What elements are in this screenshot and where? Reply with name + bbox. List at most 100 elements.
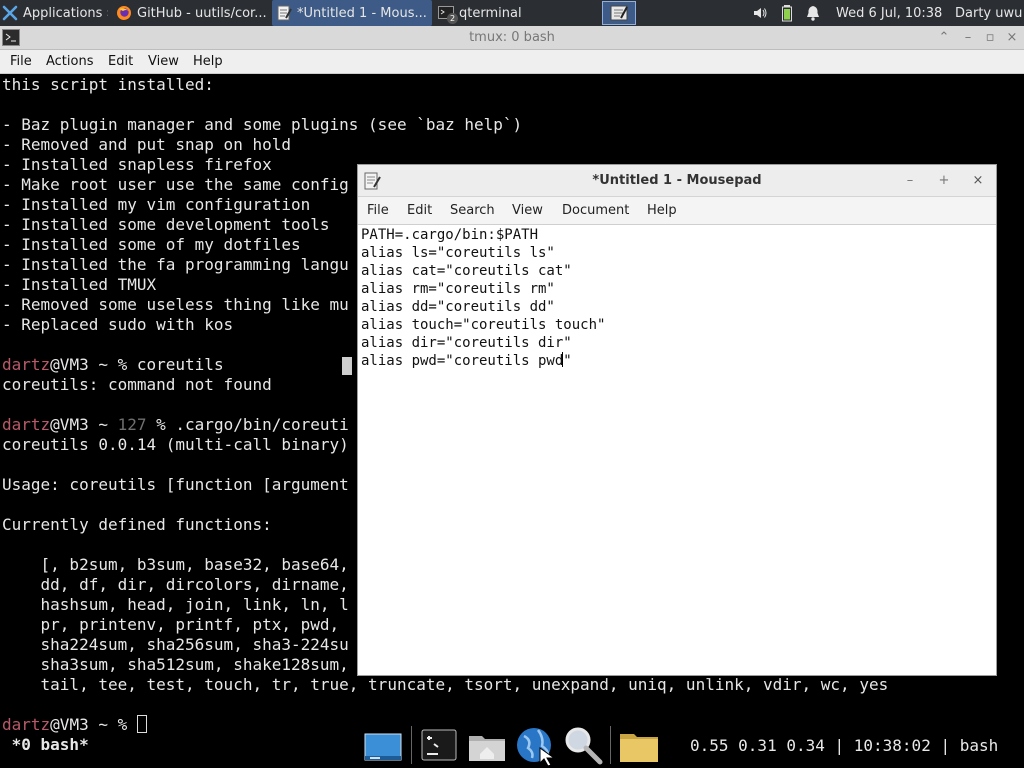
terminal-cursor (136, 715, 147, 733)
dock-separator (610, 726, 611, 764)
volume-icon[interactable] (752, 0, 770, 26)
bell-icon[interactable] (806, 0, 822, 26)
task-qterminal[interactable]: 2 qterminal (434, 0, 598, 26)
editor-line: alias dir="coreutils dir" (361, 335, 572, 351)
editor-line: alias touch="coreutils touch" (361, 317, 606, 333)
terminal-line: sha224sum, sha256sum, sha3-224su (2, 635, 349, 654)
terminal-line: pr, printenv, printf, ptx, pwd, (2, 615, 349, 634)
terminal-line: coreutils 0.0.14 (multi-call binary) (2, 435, 349, 454)
prompt-sign: % (156, 415, 176, 434)
terminal-line: this script installed: (2, 75, 214, 94)
terminal-line: - Installed the fa programming langu (2, 255, 349, 274)
terminal-line: - Make root user use the same config (2, 175, 349, 194)
menu-help[interactable]: Help (647, 197, 677, 225)
terminal-line: tail, tee, test, touch, tr, true, trunca… (2, 675, 889, 694)
terminal-line: coreutils: command not found (2, 375, 272, 394)
prompt-host: @VM3 ~ (50, 715, 118, 734)
search-icon[interactable] (562, 724, 604, 766)
task-label: GitHub - uutils/cor... (137, 5, 267, 21)
desktop-icon[interactable] (362, 724, 404, 766)
prompt-sign: % (117, 715, 137, 734)
minimize-button[interactable]: – (958, 28, 978, 48)
chevron-up-icon[interactable]: ⌃ (934, 28, 954, 48)
task-label: qterminal (459, 5, 522, 21)
panel-clock[interactable]: Wed 6 Jul, 10:38 (836, 0, 948, 26)
mousepad-menubar: File Edit Search View Document Help (358, 197, 996, 225)
prompt-user: dartz (2, 355, 51, 374)
terminal-line: dd, df, dir, dircolors, dirname, (2, 575, 349, 594)
text-editor-icon (277, 5, 292, 21)
menu-edit[interactable]: Edit (108, 50, 133, 74)
terminal-prompt-line: dartz@VM3 ~ % (2, 715, 147, 735)
terminal-line: - Installed some development tools (2, 215, 330, 234)
menu-help[interactable]: Help (193, 50, 223, 74)
qterminal-title: tmux: 0 bash (469, 30, 555, 45)
terminal-line: - Installed my vim configuration (2, 195, 311, 214)
typed-command: .cargo/bin/coreuti (175, 415, 349, 434)
menu-file[interactable]: File (10, 50, 32, 74)
terminal-line: - Installed TMUX (2, 275, 157, 294)
top-panel: Applications › GitHub - uutils/cor... *U… (0, 0, 1024, 26)
task-mousepad[interactable]: *Untitled 1 - Mous... (272, 0, 432, 26)
typed-command: coreutils (136, 355, 224, 374)
qterminal-menubar: File Actions Edit View Help (0, 50, 1024, 74)
editor-line: alias cat="coreutils cat" (361, 263, 572, 279)
menu-view[interactable]: View (512, 197, 543, 225)
terminal-line: hashsum, head, join, link, ln, l (2, 595, 349, 614)
workspace-switcher[interactable] (602, 1, 636, 25)
web-browser-icon[interactable] (514, 724, 556, 766)
home-folder-icon[interactable] (466, 724, 508, 766)
menu-edit[interactable]: Edit (407, 197, 432, 225)
panel-user[interactable]: Darty uwu (955, 0, 1024, 26)
terminal-prompt-line: dartz@VM3 ~ % coreutils (2, 355, 224, 375)
mousepad-titlebar[interactable]: *Untitled 1 - Mousepad – + × (358, 165, 996, 197)
terminal-icon[interactable] (418, 724, 460, 766)
editor-line: PATH=.cargo/bin:$PATH (361, 227, 539, 243)
close-button[interactable]: × (1002, 28, 1022, 48)
editor-text-before-caret: alias pwd="coreutils pwd (361, 353, 564, 369)
menu-search[interactable]: Search (450, 197, 495, 225)
editor-line: alias rm="coreutils rm" (361, 281, 555, 297)
editor-line-current: alias pwd="coreutils pwd" (361, 352, 572, 370)
editor-text-after-caret: " (563, 353, 572, 369)
menu-document[interactable]: Document (562, 197, 629, 225)
terminal-line: sha3sum, sha512sum, shake128sum, (2, 655, 349, 674)
menu-actions[interactable]: Actions (46, 50, 94, 74)
close-button[interactable]: × (968, 171, 988, 191)
menu-view[interactable]: View (148, 50, 179, 74)
task-github[interactable]: GitHub - uutils/cor... (112, 0, 270, 26)
applications-label: Applications (23, 5, 103, 21)
xfce-logo-icon (2, 5, 18, 21)
terminal-line: - Replaced sudo with kos (2, 315, 234, 334)
terminal-line: - Installed some of my dotfiles (2, 235, 301, 254)
menu-file[interactable]: File (367, 197, 389, 225)
terminal-line: - Removed and put snap on hold (2, 135, 291, 154)
editor-text-area[interactable]: PATH=.cargo/bin:$PATH alias ls="coreutil… (358, 225, 996, 675)
exit-code: 127 (117, 415, 157, 434)
prompt-user: dartz (2, 715, 51, 734)
mousepad-window: *Untitled 1 - Mousepad – + × File Edit S… (357, 164, 997, 676)
maximize-button[interactable]: ▫ (980, 28, 1000, 48)
tmux-status-right: 0.55 0.31 0.34 | 10:38:02 | bash (690, 736, 999, 755)
folder-icon[interactable] (618, 724, 660, 766)
editor-line: alias ls="coreutils ls" (361, 245, 555, 261)
maximize-button[interactable]: + (934, 171, 954, 191)
applications-menu[interactable]: Applications › (2, 0, 108, 26)
minimize-button[interactable]: – (900, 171, 920, 191)
terminal-line: - Removed some useless thing like mu (2, 295, 349, 314)
qterminal-titlebar[interactable]: tmux: 0 bash ⌃ – ▫ × (0, 26, 1024, 50)
dock-separator (411, 726, 412, 764)
terminal-scroll-marker (342, 357, 352, 375)
prompt-sign: % (117, 355, 137, 374)
battery-icon[interactable] (781, 0, 795, 26)
text-editor-icon (610, 5, 628, 21)
prompt-host: @VM3 ~ (50, 415, 118, 434)
prompt-user: dartz (2, 415, 51, 434)
terminal-line: [, b2sum, b3sum, base32, base64, (2, 555, 349, 574)
tmux-window-tab[interactable]: *0 bash* (2, 735, 89, 755)
firefox-icon (117, 6, 131, 20)
window-count-badge: 2 (447, 13, 458, 24)
editor-line: alias dd="coreutils dd" (361, 299, 555, 315)
terminal-icon: 2 (438, 5, 458, 24)
dock (358, 720, 666, 768)
